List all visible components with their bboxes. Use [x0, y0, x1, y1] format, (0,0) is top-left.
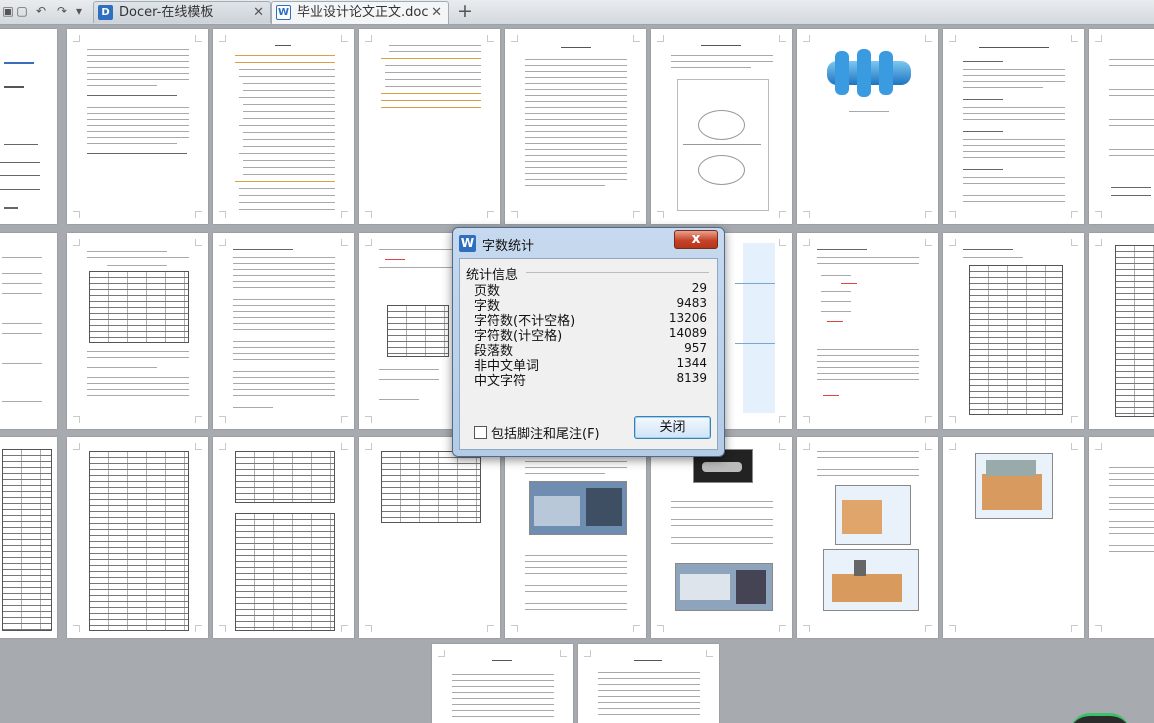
- group-divider: [526, 272, 709, 273]
- document-page[interactable]: [943, 437, 1084, 638]
- document-page[interactable]: [1089, 29, 1154, 224]
- close-button[interactable]: 关闭: [634, 416, 711, 439]
- document-page[interactable]: [0, 437, 57, 638]
- tab-thesis-title: 毕业设计论文正文.doc: [297, 5, 429, 20]
- document-page[interactable]: [359, 437, 500, 638]
- document-page[interactable]: [0, 29, 57, 224]
- document-page[interactable]: [943, 233, 1084, 429]
- dialog-close-button[interactable]: x: [674, 230, 718, 249]
- toolpath-simulation-figure: [823, 549, 919, 611]
- tab-docer-title: Docer-在线模板: [119, 5, 214, 20]
- tab-docer[interactable]: D Docer-在线模板 ✕: [93, 1, 271, 23]
- dropdown-arrow-icon[interactable]: ▾: [72, 4, 86, 19]
- document-page[interactable]: [797, 29, 938, 224]
- document-page[interactable]: [651, 437, 792, 638]
- stat-words-value: 9483: [676, 296, 707, 310]
- docer-logo-icon: D: [98, 5, 113, 20]
- document-page[interactable]: [213, 29, 354, 224]
- machining-result-figure: [975, 453, 1053, 519]
- document-page[interactable]: [359, 29, 500, 224]
- tab-bar: ▣ ▢ ↶ ↷ ▾ D Docer-在线模板 ✕ W 毕业设计论文正文.doc …: [0, 0, 1154, 25]
- document-page[interactable]: [1089, 233, 1154, 429]
- engineering-drawing-figure: [677, 79, 769, 211]
- document-page[interactable]: [67, 437, 208, 638]
- cnc-simulator-screenshot: [529, 481, 627, 535]
- word-count-dialog: W 字数统计 x 统计信息 页数 29 字数 9483 字符数(不计空格) 13…: [452, 227, 725, 457]
- document-page[interactable]: [213, 233, 354, 429]
- document-page[interactable]: [213, 437, 354, 638]
- tab-thesis-close-icon[interactable]: ✕: [431, 2, 442, 24]
- 3d-part-render-figure: [827, 43, 911, 103]
- dialog-title: 字数统计: [482, 239, 535, 254]
- stat-non-chinese-words-value: 1344: [676, 356, 707, 370]
- stat-paragraphs-value: 957: [684, 341, 707, 355]
- document-icon[interactable]: ▢: [15, 4, 29, 19]
- document-page[interactable]: [67, 233, 208, 429]
- document-page[interactable]: [651, 29, 792, 224]
- simulation-panel-screenshot: [675, 563, 773, 611]
- document-page[interactable]: [67, 29, 208, 224]
- print-preview-icon[interactable]: ▣: [1, 4, 15, 19]
- document-page[interactable]: [505, 29, 646, 224]
- document-page[interactable]: [578, 644, 719, 723]
- cutting-simulation-figure: [835, 485, 911, 545]
- new-tab-plus-icon[interactable]: +: [455, 1, 475, 23]
- wps-writer-logo-icon: W: [459, 235, 476, 252]
- stat-chars-no-spaces-value: 13206: [668, 311, 707, 325]
- stat-chars-with-spaces-value: 14089: [668, 326, 707, 340]
- document-page[interactable]: [797, 437, 938, 638]
- scroll-widget[interactable]: [1070, 713, 1130, 723]
- document-page[interactable]: [797, 233, 938, 429]
- tab-docer-close-icon[interactable]: ✕: [253, 2, 264, 24]
- stat-pages-value: 29: [691, 281, 707, 295]
- include-footnotes-checkbox[interactable]: [474, 426, 487, 439]
- document-page[interactable]: [1089, 437, 1154, 638]
- document-page[interactable]: [943, 29, 1084, 224]
- stat-chinese-chars-label: 中文字符: [474, 374, 527, 389]
- document-page[interactable]: [0, 233, 57, 429]
- document-page[interactable]: [505, 437, 646, 638]
- redo-icon[interactable]: ↷: [55, 4, 69, 19]
- undo-icon[interactable]: ↶: [34, 4, 48, 19]
- stat-chinese-chars-value: 8139: [676, 371, 707, 385]
- word-doc-icon: W: [276, 5, 291, 20]
- tab-thesis-document[interactable]: W 毕业设计论文正文.doc ✕: [271, 1, 449, 24]
- include-footnotes-label[interactable]: 包括脚注和尾注(F): [491, 423, 600, 442]
- document-page[interactable]: [432, 644, 573, 723]
